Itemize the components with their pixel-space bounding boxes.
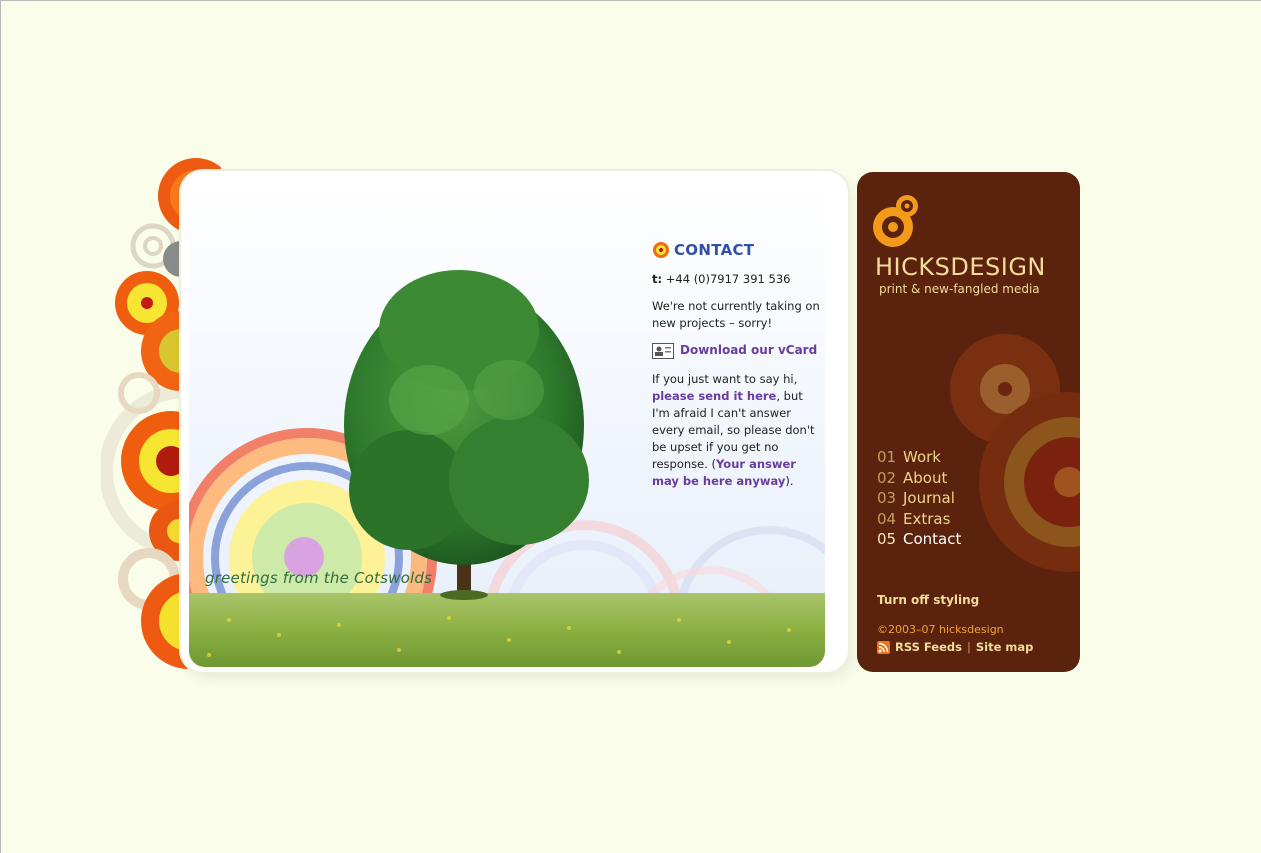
nav-number: 02 <box>877 468 897 487</box>
email-message-end: ). <box>785 474 794 488</box>
phone-label: t: <box>652 272 663 286</box>
nav-number: 04 <box>877 509 897 528</box>
vcard-row: Download our vCard <box>652 342 824 359</box>
site-tagline: print & new-fangled media <box>879 282 1040 296</box>
site-map-link[interactable]: Site map <box>976 640 1034 654</box>
nav-item-work[interactable]: 01 Work <box>877 448 961 469</box>
contact-section: CONTACT t: +44 (0)7917 391 536 We're not… <box>652 241 824 500</box>
main-nav: 01 Work 02 About 03 Journal 04 Extras 05 Cont… <box>877 448 961 551</box>
email-message: If you just want to say hi, please send i… <box>652 371 824 490</box>
send-email-link[interactable]: please send it here <box>652 389 776 403</box>
vcard-icon <box>652 342 674 359</box>
nav-number: 05 <box>877 530 897 549</box>
nav-number: 03 <box>877 489 897 508</box>
rss-feeds-link[interactable]: RSS Feeds <box>895 640 962 654</box>
nav-label: Extras <box>903 509 951 528</box>
copyright-text: ©2003–07 hicksdesign <box>877 623 1004 636</box>
target-icon <box>653 242 669 258</box>
footer-links: RSS Feeds | Site map <box>877 640 1033 654</box>
download-vcard-link[interactable]: Download our vCard <box>680 342 817 359</box>
nav-number: 01 <box>877 448 897 466</box>
nav-label: Work <box>903 448 941 466</box>
rss-icon <box>877 640 890 654</box>
contact-heading: CONTACT <box>652 241 824 259</box>
nav-item-contact[interactable]: 05 Contact <box>877 530 961 551</box>
nav-item-extras[interactable]: 04 Extras <box>877 510 961 531</box>
hicksdesign-logo-icon <box>873 195 918 247</box>
availability-notice: We're not currently taking on new projec… <box>652 299 820 330</box>
email-message-intro: If you just want to say hi, <box>652 372 798 386</box>
nav-label: Journal <box>903 489 955 508</box>
phone-number: +44 (0)7917 391 536 <box>665 272 791 286</box>
nav-item-about[interactable]: 02 About <box>877 469 961 490</box>
nav-item-journal[interactable]: 03 Journal <box>877 489 961 510</box>
nav-label: About <box>903 468 948 487</box>
site-name[interactable]: HICKSDESIGN <box>875 253 1046 281</box>
footer-separator: | <box>966 640 971 654</box>
contact-heading-text: CONTACT <box>674 240 755 259</box>
greeting-text: greetings from the Cotswolds <box>205 569 433 587</box>
phone-line: t: +44 (0)7917 391 536 <box>652 271 824 288</box>
nav-label: Contact <box>903 530 962 549</box>
turn-off-styling-link[interactable]: Turn off styling <box>877 593 979 607</box>
